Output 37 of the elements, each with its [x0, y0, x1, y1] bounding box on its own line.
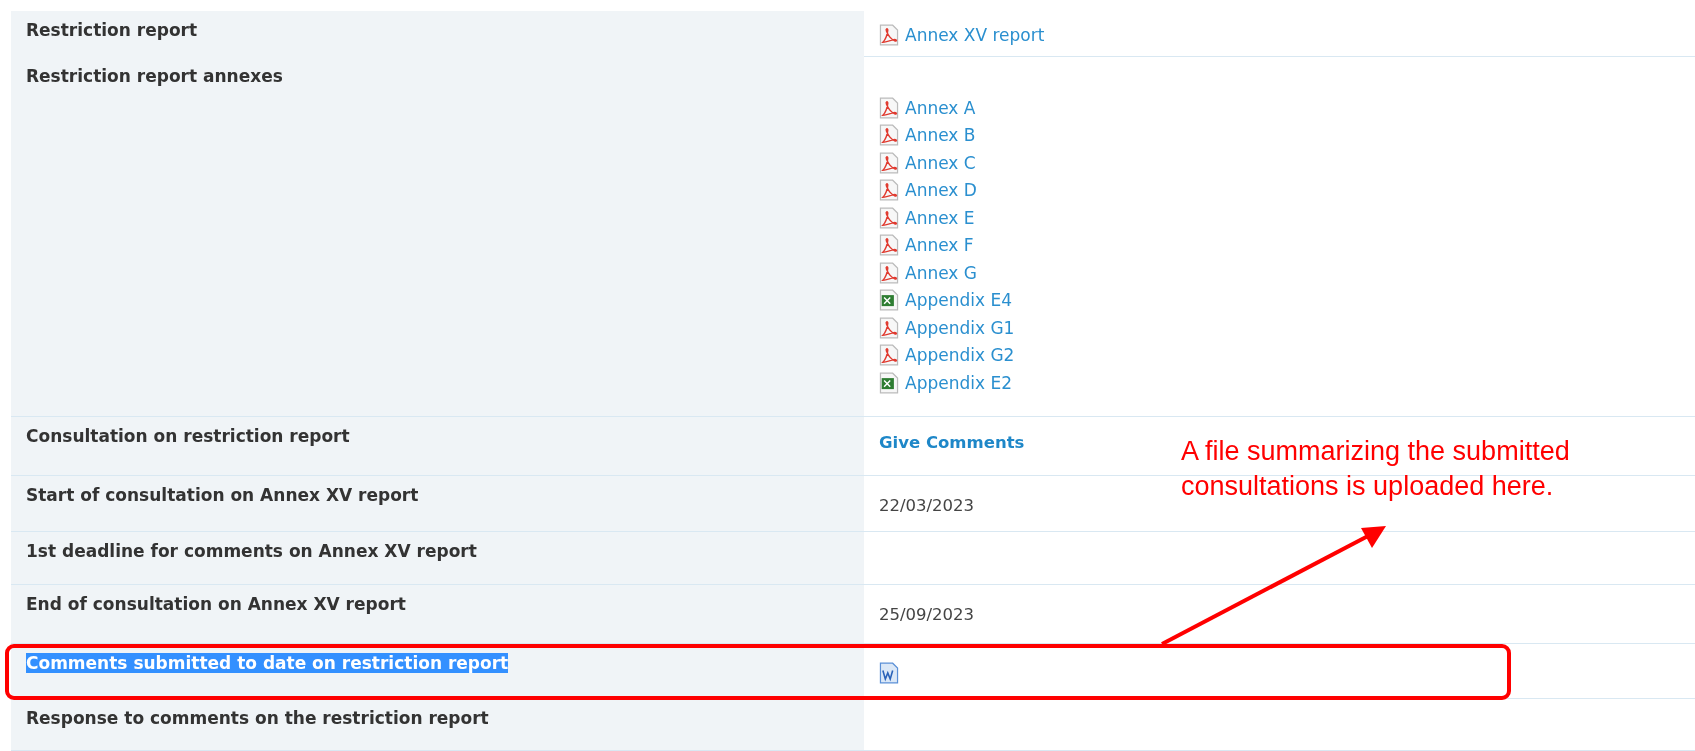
pdf-icon [879, 261, 899, 284]
row-label: Start of consultation on Annex XV report [26, 485, 419, 505]
pdf-icon [879, 96, 899, 119]
file-link[interactable]: Annex C [879, 149, 1680, 177]
pdf-icon [879, 344, 899, 367]
pdf-icon [879, 23, 899, 46]
date-text: 25/09/2023 [879, 605, 975, 624]
pdf-icon [879, 124, 899, 147]
give-comments-link[interactable]: Give Comments [879, 433, 1025, 452]
file-link[interactable]: Annex B [879, 121, 1680, 149]
row-label: Restriction report [26, 20, 198, 40]
file-link[interactable]: Appendix E4 [879, 286, 1680, 314]
row-label: End of consultation on Annex XV report [26, 594, 406, 614]
date-text: 22/03/2023 [879, 496, 975, 515]
spreadsheet-icon [879, 289, 899, 312]
file-link[interactable]: Annex XV report [879, 21, 1680, 49]
row-label: Restriction report annexes [26, 66, 283, 86]
pdf-icon [879, 206, 899, 229]
row-label: Comments submitted to date on restriction report [26, 653, 509, 673]
pdf-icon [879, 151, 899, 174]
row-label: 1st deadline for comments on Annex XV report [26, 541, 477, 561]
file-link[interactable]: Annex D [879, 176, 1680, 204]
file-link[interactable]: Appendix E2 [879, 369, 1680, 397]
file-link[interactable]: Annex E [879, 204, 1680, 232]
row-label: Consultation on restriction report [26, 426, 350, 446]
file-link[interactable]: Annex A [879, 94, 1680, 122]
pdf-icon [879, 234, 899, 257]
annotation-note: A file summarizing the submitted consultations is uploaded here. [1181, 435, 1571, 503]
pdf-icon [879, 316, 899, 339]
row-label: Response to comments on the restriction report [26, 708, 489, 728]
pdf-icon [879, 179, 899, 202]
file-link[interactable]: Appendix G1 [879, 314, 1680, 342]
document-icon[interactable] [879, 662, 899, 684]
file-link[interactable]: Annex F [879, 231, 1680, 259]
spreadsheet-icon [879, 371, 899, 394]
file-link[interactable]: Annex G [879, 259, 1680, 287]
file-link[interactable]: Appendix G2 [879, 341, 1680, 369]
